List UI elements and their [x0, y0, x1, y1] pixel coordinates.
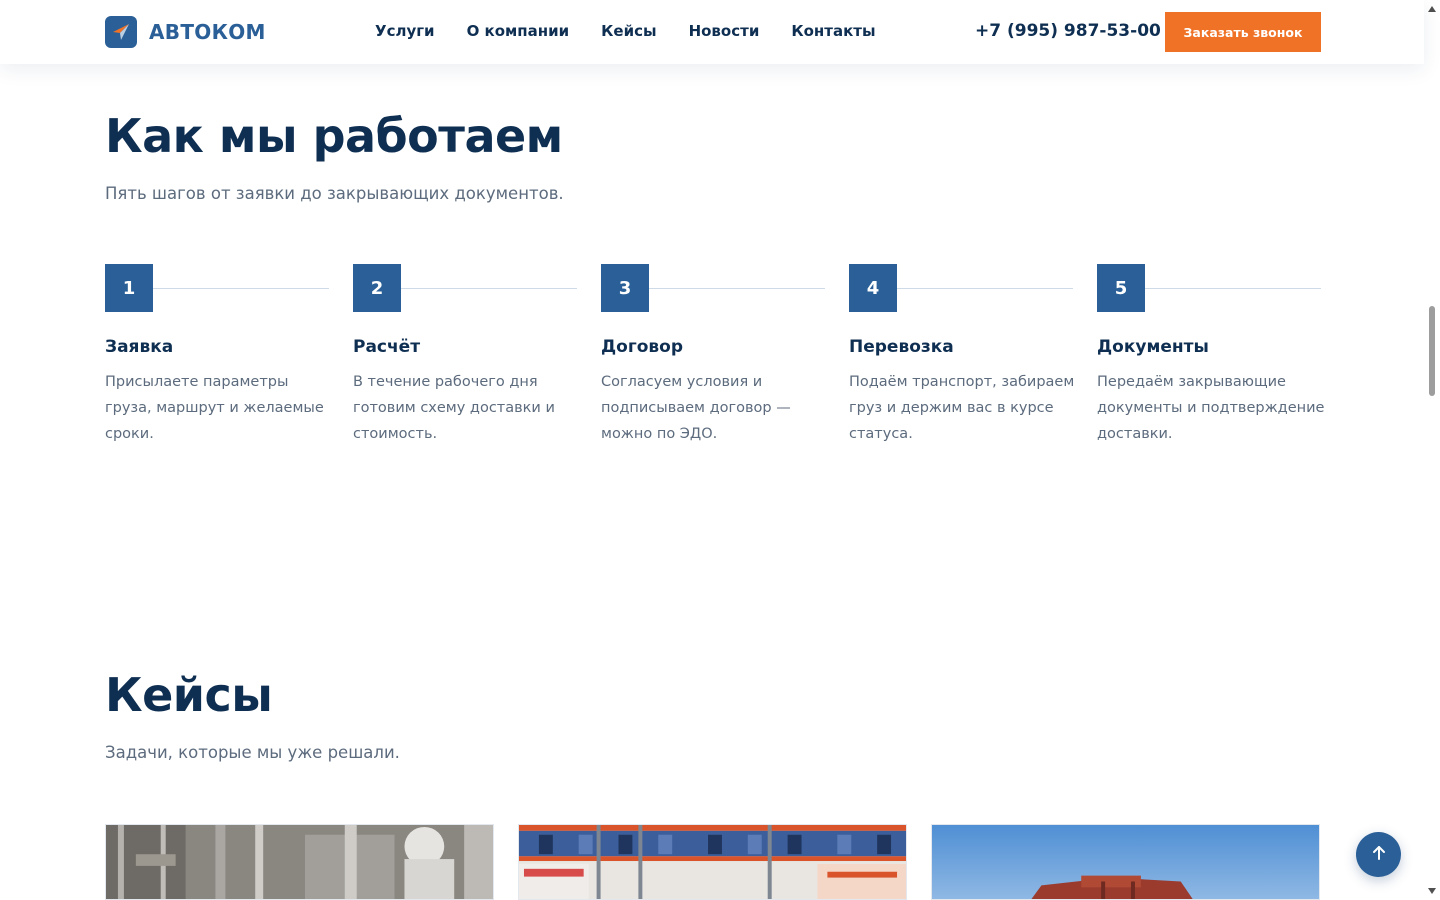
- how-we-work-title: Как мы работаем: [105, 109, 563, 163]
- nav-item-services[interactable]: Услуги: [375, 22, 435, 40]
- case-image-factory: [106, 825, 493, 899]
- logo-arrow-icon: [105, 16, 137, 48]
- arrow-up-icon: [1370, 844, 1388, 865]
- cases-grid: [105, 824, 1321, 900]
- step-title: Перевозка: [849, 337, 954, 357]
- nav-item-about[interactable]: О компании: [467, 22, 570, 40]
- case-image-containers: [932, 825, 1319, 899]
- step-title: Документы: [1097, 337, 1209, 357]
- case-card[interactable]: [105, 824, 494, 900]
- step-connector: [401, 288, 577, 289]
- scroll-up-icon[interactable]: [1427, 4, 1437, 14]
- case-card[interactable]: [518, 824, 907, 900]
- step-description: Подаём транспорт, забираем груз и держим…: [849, 374, 1075, 442]
- step-title: Договор: [601, 337, 683, 357]
- order-call-button[interactable]: Заказать звонок: [1165, 12, 1321, 52]
- step-number: 3: [601, 264, 649, 312]
- step-description: Передаём закрывающие документы и подтвер…: [1097, 374, 1325, 442]
- step-number: 4: [849, 264, 897, 312]
- step-connector: [897, 288, 1073, 289]
- brand-name: АВТОКОМ: [149, 20, 266, 44]
- step-number: 2: [353, 264, 401, 312]
- step-number: 1: [105, 264, 153, 312]
- step-description: В течение рабочего дня готовим схему дос…: [353, 374, 555, 442]
- step-item: 4 Перевозка Подаём транспорт, забираем г…: [849, 264, 1074, 442]
- step-item: 2 Расчёт В течение рабочего дня готовим …: [353, 264, 577, 442]
- step-item: 3 Договор Согласуем условия и подписывае…: [601, 264, 825, 442]
- step-description: Согласуем условия и подписываем договор …: [601, 374, 791, 442]
- step-connector: [649, 288, 825, 289]
- step-connector: [153, 288, 329, 289]
- cases-title: Кейсы: [105, 668, 273, 722]
- step-title: Заявка: [105, 337, 174, 357]
- site-header: АВТОКОМ Услуги О компании Кейсы Новости …: [0, 0, 1424, 64]
- main-nav: Услуги О компании Кейсы Новости Контакты: [375, 22, 908, 40]
- logo[interactable]: АВТОКОМ: [105, 16, 266, 48]
- back-to-top-button[interactable]: [1356, 832, 1401, 877]
- step-connector: [1145, 288, 1321, 289]
- step-item: 5 Документы Передаём закрывающие докумен…: [1097, 264, 1324, 442]
- nav-item-news[interactable]: Новости: [689, 22, 760, 40]
- nav-item-cases[interactable]: Кейсы: [601, 22, 656, 40]
- scroll-down-icon[interactable]: [1427, 886, 1437, 896]
- step-number: 5: [1097, 264, 1145, 312]
- steps-list: 1 Заявка Присылаете параметры груза, мар…: [105, 264, 1324, 454]
- step-description: Присылаете параметры груза, маршрут и же…: [105, 374, 324, 442]
- case-card[interactable]: [931, 824, 1320, 900]
- nav-item-contacts[interactable]: Контакты: [791, 22, 875, 40]
- step-item: 1 Заявка Присылаете параметры груза, мар…: [105, 264, 329, 442]
- cases-subtitle: Задачи, которые мы уже решали.: [105, 743, 400, 762]
- phone-link[interactable]: +7 (995) 987-53-00: [975, 21, 1161, 41]
- step-title: Расчёт: [353, 337, 421, 357]
- how-we-work-subtitle: Пять шагов от заявки до закрывающих доку…: [105, 184, 564, 203]
- case-image-warehouse: [519, 825, 906, 899]
- scrollbar-thumb[interactable]: [1429, 306, 1435, 396]
- page-scrollbar[interactable]: [1424, 0, 1440, 900]
